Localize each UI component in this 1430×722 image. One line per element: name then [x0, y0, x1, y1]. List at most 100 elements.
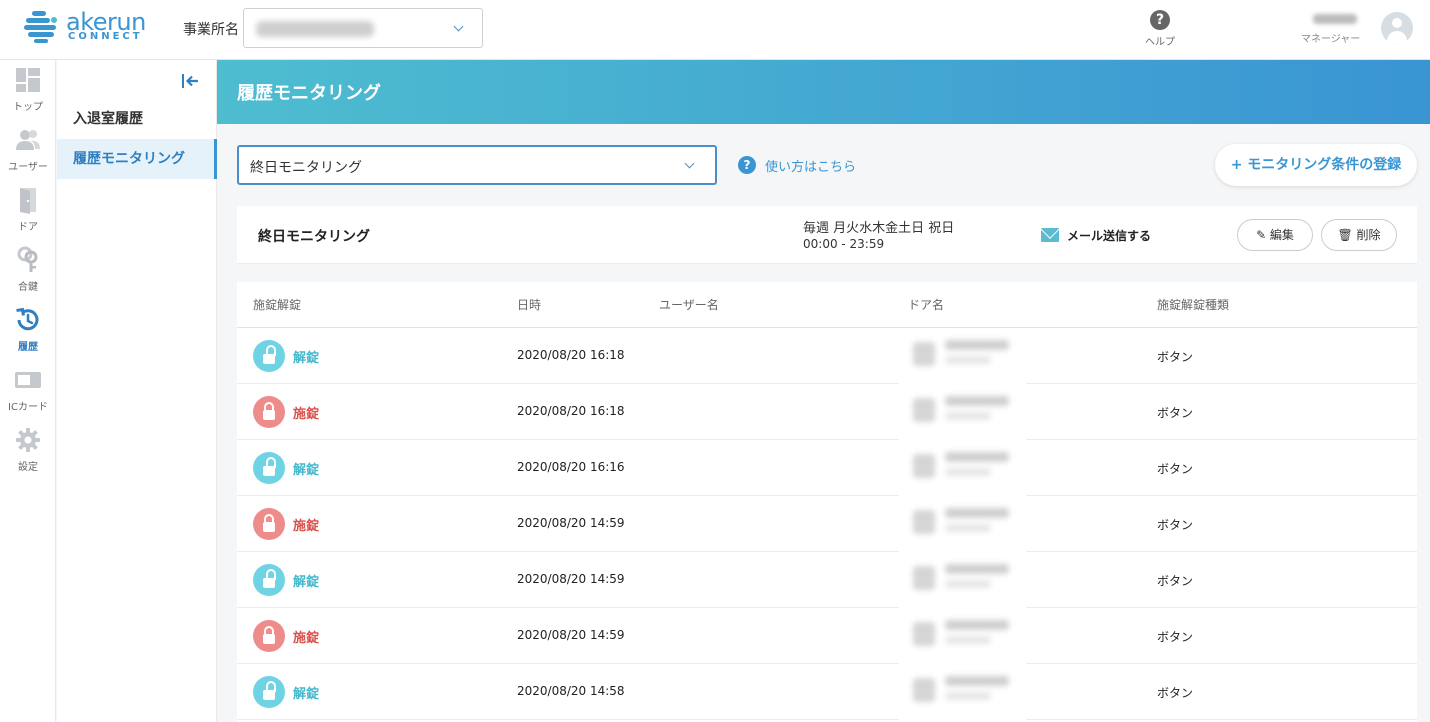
rail-item-keys[interactable]: 合鍵 [0, 240, 56, 298]
howto-label: 使い方はこちら [765, 160, 857, 175]
rail-item-top[interactable]: トップ [0, 60, 56, 118]
door-name-redacted [899, 664, 1026, 720]
lock-type-cell: ボタン [1157, 350, 1194, 364]
datetime-cell: 2020/08/20 14:59 [517, 572, 625, 586]
condition-card: 終日モニタリング 毎週 月火水木金土日 祝日 00:00 - 23:59 メール… [237, 206, 1417, 264]
lock-status: 施錠 [293, 407, 320, 422]
table-row[interactable]: 解錠 2020/08/20 16:16 ボタン [237, 440, 1417, 496]
lock-icon [253, 396, 285, 428]
datetime-cell: 2020/08/20 14:59 [517, 628, 625, 642]
lock-status: 解錠 [293, 687, 320, 702]
mail-label: メール送信する [1067, 229, 1152, 243]
users-icon [16, 130, 40, 150]
datetime-cell: 2020/08/20 14:58 [517, 684, 625, 698]
question-icon: ? [738, 156, 756, 174]
door-icon [20, 188, 36, 214]
rail-item-door[interactable]: ドア [0, 180, 56, 238]
table-row[interactable]: 解錠 2020/08/20 14:59 ボタン [237, 552, 1417, 608]
table-row[interactable]: 解錠 2020/08/20 14:58 ボタン [237, 664, 1417, 720]
condition-days: 毎週 月火水木金土日 祝日 [803, 221, 955, 236]
datetime-cell: 2020/08/20 16:16 [517, 460, 625, 474]
rail-label: 設定 [18, 462, 38, 473]
unlock-icon [253, 340, 285, 372]
unlock-icon [253, 564, 285, 596]
page-banner: 履歴モニタリング [217, 60, 1430, 124]
logo-mark-icon [24, 11, 57, 43]
office-label: 事業所名 [183, 22, 239, 38]
subnav-item-entry-history[interactable]: 入退室履歴 [57, 99, 217, 139]
column-header-datetime: 日時 [517, 298, 542, 312]
lock-status: 施錠 [293, 631, 320, 646]
lock-status: 解錠 [293, 575, 320, 590]
rail-item-history[interactable]: 履歴 [0, 300, 56, 358]
history-table: 施錠解錠 日時 ユーザー名 ドア名 施錠解錠種類 解錠 2020/08/20 16… [237, 282, 1417, 722]
add-monitoring-condition-button[interactable]: + モニタリング条件の登録 [1215, 144, 1417, 186]
lock-type-cell: ボタン [1157, 462, 1194, 476]
datetime-cell: 2020/08/20 16:18 [517, 404, 625, 418]
delete-button[interactable]: 🗑 削除 [1321, 219, 1397, 251]
avatar[interactable] [1381, 12, 1413, 44]
gear-icon [16, 428, 40, 452]
rail-label: 履歴 [18, 342, 38, 353]
door-name-redacted [899, 440, 1026, 496]
datetime-cell: 2020/08/20 14:59 [517, 516, 625, 530]
table-row[interactable]: 解錠 2020/08/20 16:18 ボタン [237, 328, 1417, 384]
lock-type-cell: ボタン [1157, 406, 1194, 420]
lock-status: 施錠 [293, 519, 320, 534]
user-name-redacted [1313, 14, 1357, 24]
help-label: ヘルプ [1145, 37, 1175, 48]
key-icon [17, 246, 38, 272]
akerun-logo[interactable]: akerun CONNECT [24, 8, 146, 46]
ic-card-icon [15, 372, 41, 388]
rail-item-settings[interactable]: 設定 [0, 420, 56, 478]
lock-icon [253, 508, 285, 540]
column-header-type: 施錠解錠種類 [1157, 298, 1230, 312]
subnav-item-history-monitoring[interactable]: 履歴モニタリング [57, 139, 217, 179]
condition-time: 00:00 - 23:59 [803, 237, 885, 251]
lock-type-cell: ボタン [1157, 630, 1194, 644]
history-icon [16, 307, 39, 331]
help-button[interactable]: ? ヘルプ [1140, 10, 1180, 48]
door-name-redacted [899, 328, 1026, 384]
sub-navigation: 入退室履歴 履歴モニタリング [57, 60, 217, 722]
lock-icon [253, 620, 285, 652]
edit-button[interactable]: ✎ 編集 [1237, 219, 1313, 251]
condition-select-value: 終日モニタリング [250, 160, 362, 176]
mail-icon [1041, 228, 1059, 242]
user-role: マネージャー [1301, 34, 1361, 45]
table-row[interactable]: 施錠 2020/08/20 16:18 ボタン [237, 384, 1417, 440]
column-header-user: ユーザー名 [659, 298, 719, 312]
door-name-redacted [899, 608, 1026, 664]
help-icon: ? [1150, 10, 1170, 30]
lock-status: 解錠 [293, 463, 320, 478]
door-name-redacted [899, 496, 1026, 552]
chevron-down-icon [684, 158, 695, 169]
table-row[interactable]: 施錠 2020/08/20 14:59 ボタン [237, 608, 1417, 664]
rail-item-users[interactable]: ユーザー [0, 120, 56, 178]
lock-type-cell: ボタン [1157, 686, 1194, 700]
chevron-down-icon [453, 21, 464, 32]
column-header-door: ドア名 [908, 298, 945, 312]
unlock-icon [253, 676, 285, 708]
lock-status: 解錠 [293, 351, 320, 366]
condition-name: 終日モニタリング [258, 229, 370, 245]
door-name-redacted [899, 552, 1026, 608]
lock-type-cell: ボタン [1157, 574, 1194, 588]
table-row[interactable]: 施錠 2020/08/20 14:59 ボタン [237, 496, 1417, 552]
rail-label: ユーザー [8, 162, 48, 173]
logo-subtext: CONNECT [68, 31, 143, 42]
office-select[interactable] [243, 8, 483, 48]
monitoring-condition-select[interactable]: 終日モニタリング [237, 145, 717, 185]
icon-rail: トップ ユーザー ドア 合鍵 履歴 ICカード 設定 [0, 60, 56, 722]
rail-label: トップ [13, 102, 43, 113]
collapse-sidebar-icon[interactable] [180, 72, 200, 90]
rail-label: 合鍵 [18, 282, 38, 293]
rail-item-ic-card[interactable]: ICカード [0, 360, 56, 418]
page-title: 履歴モニタリング [237, 83, 381, 104]
dashboard-icon [16, 68, 40, 92]
column-header-lock: 施錠解錠 [253, 298, 302, 312]
lock-type-cell: ボタン [1157, 518, 1194, 532]
top-header: akerun CONNECT 事業所名 ? ヘルプ マネージャー [0, 0, 1430, 60]
door-name-redacted [899, 384, 1026, 440]
rail-label: ICカード [8, 402, 48, 413]
